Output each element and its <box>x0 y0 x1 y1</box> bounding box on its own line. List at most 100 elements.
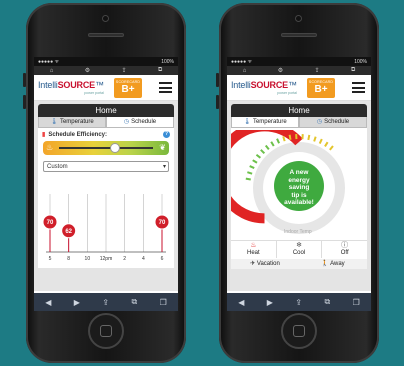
home-button[interactable] <box>281 313 317 349</box>
app-header: IntelliSOURCE™ power portal SCORECARD B+ <box>34 75 178 101</box>
app-logo[interactable]: IntelliSOURCE™ power portal <box>38 79 104 95</box>
schedule-chart[interactable]: 5 8 10 12pm 2 4 6 70 62 70 <box>42 192 170 264</box>
settings-icon[interactable]: ⚙ <box>85 67 90 74</box>
gauge-tick <box>282 136 286 142</box>
select-value: Custom <box>47 164 68 170</box>
efficiency-label: Schedule Efficiency: <box>48 131 107 138</box>
up-icon[interactable]: ⇪ <box>315 67 320 74</box>
tabs-icon[interactable]: ⧉ <box>351 67 355 74</box>
camera-icon <box>295 15 302 22</box>
tab-label: Temperature <box>252 119 287 125</box>
slider-thumb[interactable] <box>109 143 120 153</box>
app-logo[interactable]: IntelliSOURCE™ power portal <box>231 80 297 95</box>
settings-icon[interactable]: ⚙ <box>278 67 283 74</box>
menu-icon[interactable] <box>352 82 365 93</box>
volume-button <box>23 73 26 87</box>
quick-actions: ✈ Vacation 🚶 Away <box>231 259 367 269</box>
schedule-panel: ▮ Schedule Efficiency: ? ♨ ❦ Custom ▾ 5 8… <box>38 128 174 268</box>
status-bar: ●●●●● ᯤ 100% <box>34 57 178 66</box>
setpoint-label[interactable]: 70 <box>47 220 54 226</box>
tab-label: Schedule <box>131 119 157 125</box>
tabs-icon[interactable]: ❐ <box>353 298 360 307</box>
clock-icon: ◷ <box>123 119 130 125</box>
scorecard-badge[interactable]: SCORECARD B+ <box>114 78 142 98</box>
page-title: Home <box>231 104 367 117</box>
schedule-mode-select[interactable]: Custom ▾ <box>43 161 169 172</box>
volume-button <box>216 95 219 109</box>
forward-icon[interactable]: ▶ <box>267 298 273 307</box>
cool-mode-button[interactable]: ❄ Cool <box>277 241 323 258</box>
thermostat-panel: A new energy saving tip is available! In… <box>227 121 367 269</box>
bookmarks-icon[interactable]: ⧉ <box>324 297 330 307</box>
menu-icon[interactable] <box>159 82 172 93</box>
back-icon[interactable]: ◀ <box>238 298 244 307</box>
tabs-icon[interactable]: ⧉ <box>158 67 162 74</box>
page-area: Home 🌡 Temperature ◷ Schedule A new ener… <box>227 101 371 291</box>
flame-icon: ♨ <box>46 143 54 152</box>
logo-prefix: Intelli <box>38 79 58 90</box>
logo-subtitle: power portal <box>84 89 104 95</box>
back-icon[interactable]: ◀ <box>45 298 51 307</box>
bookmarks-icon[interactable]: ⧉ <box>131 297 137 307</box>
help-icon[interactable]: ? <box>163 131 170 138</box>
tip-line: energy saving <box>288 176 310 192</box>
home-icon[interactable]: ⌂ <box>50 68 54 74</box>
tab-label: Temperature <box>59 119 94 125</box>
gauge-tick <box>252 159 258 164</box>
gauge-tick <box>276 138 280 144</box>
thermostat-gauge[interactable]: A new energy saving tip is available! In… <box>227 121 367 238</box>
x-tick-label: 4 <box>142 256 145 262</box>
off-mode-button[interactable]: ⓘ Off <box>322 241 367 258</box>
x-tick-label: 5 <box>49 256 52 262</box>
tab-temperature[interactable]: 🌡 Temperature <box>38 117 106 128</box>
app-header: IntelliSOURCE™ power portal SCORECARD B+ <box>227 75 371 101</box>
share-icon[interactable]: ⇪ <box>102 298 109 307</box>
share-icon[interactable]: ⇪ <box>295 298 302 307</box>
gauge-tick <box>270 141 275 147</box>
away-button[interactable]: 🚶 Away <box>299 259 367 269</box>
tab-temperature[interactable]: 🌡 Temperature <box>231 117 299 128</box>
gauge-tick <box>260 149 266 155</box>
scorecard-badge[interactable]: SCORECARD B+ <box>307 78 335 98</box>
status-bar: ●●●●● ᯤ 100% <box>227 57 371 66</box>
browser-toolbar: ⌂ ⚙ ⇪ ⧉ <box>227 66 371 75</box>
home-button[interactable] <box>88 313 124 349</box>
forward-icon[interactable]: ▶ <box>74 298 80 307</box>
x-tick-label: 12pm <box>100 256 113 262</box>
mode-label: Cool <box>292 250 306 256</box>
phone-screen: ●●●●● ᯤ 100% ⌂ ⚙ ⇪ ⧉ IntelliSOURCE™ powe… <box>34 57 178 311</box>
volume-button <box>23 95 26 109</box>
setpoint-label[interactable]: 70 <box>159 220 166 226</box>
tabs-icon[interactable]: ❐ <box>160 298 167 307</box>
up-icon[interactable]: ⇪ <box>122 67 127 74</box>
gauge-tick <box>329 145 334 151</box>
tip-message[interactable]: A new energy saving tip is available! <box>279 169 319 207</box>
signal-indicator: ●●●●● ᯤ <box>231 58 253 65</box>
speaker-grille <box>88 33 124 37</box>
vacation-button[interactable]: ✈ Vacation <box>231 259 299 269</box>
efficiency-slider[interactable]: ♨ ❦ <box>43 141 169 155</box>
home-icon[interactable]: ⌂ <box>243 68 247 74</box>
page-title: Home <box>38 104 174 117</box>
x-tick-label: 8 <box>67 256 70 262</box>
camera-icon <box>102 15 109 22</box>
tab-schedule[interactable]: ◷ Schedule <box>106 117 174 128</box>
away-label: Away <box>330 261 345 267</box>
mode-label: Heat <box>246 250 260 256</box>
snowflake-icon: ❄ <box>296 242 302 249</box>
heat-mode-button[interactable]: ♨ Heat <box>231 241 277 258</box>
tab-schedule[interactable]: ◷ Schedule <box>299 117 367 128</box>
tab-bar: 🌡 Temperature ◷ Schedule <box>231 117 367 128</box>
tip-line: available! <box>284 199 314 206</box>
thermometer-icon: 🌡 <box>50 119 58 125</box>
indoor-temp-label: Indoor Temp <box>284 229 312 235</box>
signal-indicator: ●●●●● ᯤ <box>38 58 60 65</box>
mode-selector: ♨ Heat ❄ Cool ⓘ Off <box>231 240 367 258</box>
gauge-tick <box>247 171 253 175</box>
setpoint-label[interactable]: 62 <box>65 229 72 235</box>
browser-nav-bar: ◀ ▶ ⇪ ⧉ ❐ <box>227 293 371 311</box>
x-tick-label: 6 <box>161 256 164 262</box>
volume-button <box>216 73 219 87</box>
x-tick-label: 2 <box>123 256 126 262</box>
tab-bar: 🌡 Temperature ◷ Schedule <box>38 117 174 128</box>
